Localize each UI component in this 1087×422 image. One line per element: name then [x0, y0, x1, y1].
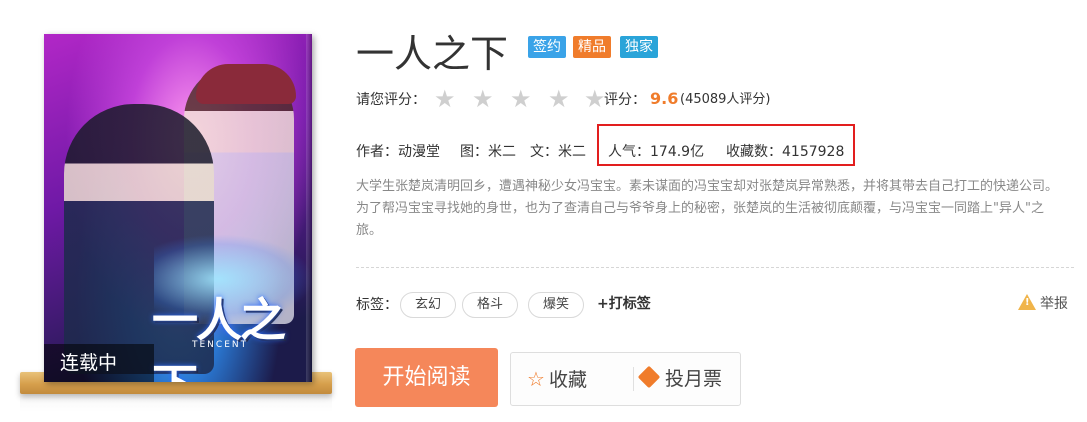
plus-icon: + — [597, 296, 609, 312]
star-outline-icon: ☆ — [527, 367, 545, 391]
add-tag-label: 打标签 — [608, 296, 651, 312]
monthly-vote-button[interactable]: 投月票 — [635, 353, 722, 405]
author-text: 作者：动漫堂 — [356, 144, 440, 160]
book-cover[interactable]: 一人之下 TENCENT 连载中 — [44, 34, 312, 382]
badge-premium: 精品 — [573, 36, 611, 58]
score-label: 评分： — [604, 92, 646, 108]
vote-label: 投月票 — [665, 368, 723, 390]
book-description: 大学生张楚岚清明回乡，遭遇神秘少女冯宝宝。素未谋面的冯宝宝却对张楚岚异常熟悉，并… — [356, 179, 1059, 238]
cover-logo: 一人之下 — [152, 293, 286, 382]
warning-icon: ! — [1018, 294, 1036, 310]
cover-logo-sub: TENCENT — [192, 340, 249, 350]
score-value: 9.6 — [650, 89, 679, 108]
action-group: ☆ 收藏 投月票 — [510, 352, 741, 406]
collect-button[interactable]: ☆ 收藏 — [527, 353, 587, 405]
star-icon-2[interactable]: ★ — [472, 87, 494, 111]
cover-hat — [196, 64, 296, 104]
tags-label: 标签： — [356, 297, 398, 313]
collect-label: 收藏 — [548, 369, 587, 391]
start-reading-button[interactable]: 开始阅读 — [355, 348, 498, 407]
action-divider — [633, 367, 634, 391]
tag-item[interactable]: 爆笑 — [528, 292, 585, 318]
score-count: (45089人评分) — [680, 92, 771, 107]
report-label: 举报 — [1040, 296, 1068, 312]
cover-spine — [306, 34, 312, 382]
report-button[interactable]: ! 举报 — [1018, 294, 1068, 314]
status-badge: 连载中 — [44, 344, 154, 382]
divider — [356, 267, 1074, 268]
art-credit: 图：米二 — [460, 144, 516, 160]
highlight-box — [597, 124, 855, 166]
rating-label: 请您评分： — [356, 92, 426, 108]
star-icon-4[interactable]: ★ — [548, 87, 570, 111]
star-icon-5[interactable]: ★ — [584, 87, 606, 111]
ticket-icon — [637, 365, 661, 389]
star-icon-3[interactable]: ★ — [510, 87, 532, 111]
tag-item[interactable]: 格斗 — [462, 292, 519, 318]
page-title: 一人之下 — [356, 32, 509, 76]
text-credit: 文：米二 — [530, 144, 586, 160]
star-icon-1[interactable]: ★ — [434, 87, 456, 111]
badge-exclusive: 独家 — [620, 36, 658, 58]
tag-item[interactable]: 玄幻 — [400, 292, 457, 318]
badge-signed: 签约 — [528, 36, 566, 58]
add-tag-button[interactable]: +打标签 — [597, 294, 651, 314]
